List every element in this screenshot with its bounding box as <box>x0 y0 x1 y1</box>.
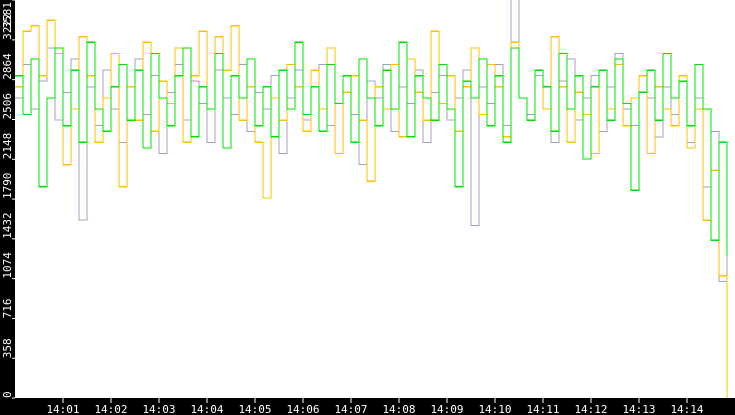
plot-area <box>15 0 735 398</box>
y-tick-label: 1074 <box>1 252 14 279</box>
x-tick-label: 14:04 <box>190 403 223 415</box>
x-tick-label: 14:14 <box>670 403 703 415</box>
y-tick-label: 2864 <box>1 53 14 80</box>
y-tick-label: 2148 <box>1 133 14 160</box>
x-tick-label: 14:08 <box>382 403 415 415</box>
y-tick-label: 358 <box>1 338 14 358</box>
x-tick-label: 14:05 <box>238 403 271 415</box>
y-tick-label: 1432 <box>1 212 14 239</box>
line-chart: 035871610741432179021482506286432223581 … <box>0 0 735 415</box>
x-tick-label: 14:03 <box>142 403 175 415</box>
x-tick-label: 14:13 <box>622 403 655 415</box>
x-tick-label: 14:01 <box>46 403 79 415</box>
y-tick-label: 2506 <box>1 93 14 120</box>
x-tick-label: 14:07 <box>334 403 367 415</box>
y-tick-label: 3581 <box>1 2 14 29</box>
y-tick-label: 716 <box>1 299 14 319</box>
y-tick-label: 0 <box>1 391 14 398</box>
y-tick-label: 1790 <box>1 173 14 200</box>
x-tick-label: 14:02 <box>94 403 127 415</box>
x-tick-label: 14:10 <box>478 403 511 415</box>
x-tick-label: 14:11 <box>526 403 559 415</box>
x-tick-label: 14:06 <box>286 403 319 415</box>
x-tick-label: 14:09 <box>430 403 463 415</box>
x-tick-label: 14:12 <box>574 403 607 415</box>
